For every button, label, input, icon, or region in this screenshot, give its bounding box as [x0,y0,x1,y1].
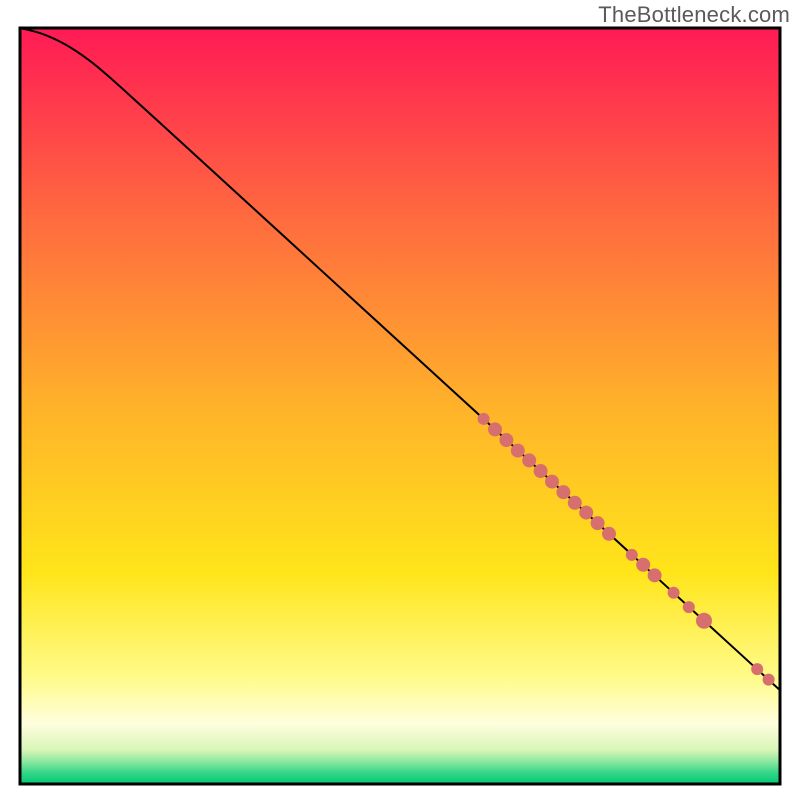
highlight-dot [511,444,525,458]
highlight-dot [522,453,536,467]
highlight-dot [591,516,605,530]
highlight-dot [488,422,502,436]
plot-background [20,28,780,784]
highlight-dot [556,485,570,499]
highlight-dot [602,527,616,541]
chart-frame: TheBottleneck.com [0,0,800,800]
highlight-dot [534,464,548,478]
bottleneck-curve-chart [0,0,800,800]
highlight-dot [648,568,662,582]
highlight-dot [763,674,775,686]
highlight-dot [626,549,638,561]
watermark-label: TheBottleneck.com [598,2,790,28]
highlight-dot [696,613,712,629]
highlight-dot [568,496,582,510]
highlight-dot [751,663,763,675]
highlight-dot [683,601,695,613]
highlight-dot [478,413,490,425]
highlight-dot [668,587,680,599]
highlight-dot [499,433,513,447]
highlight-dot [636,558,650,572]
highlight-dot [579,506,593,520]
highlight-dot [545,475,559,489]
